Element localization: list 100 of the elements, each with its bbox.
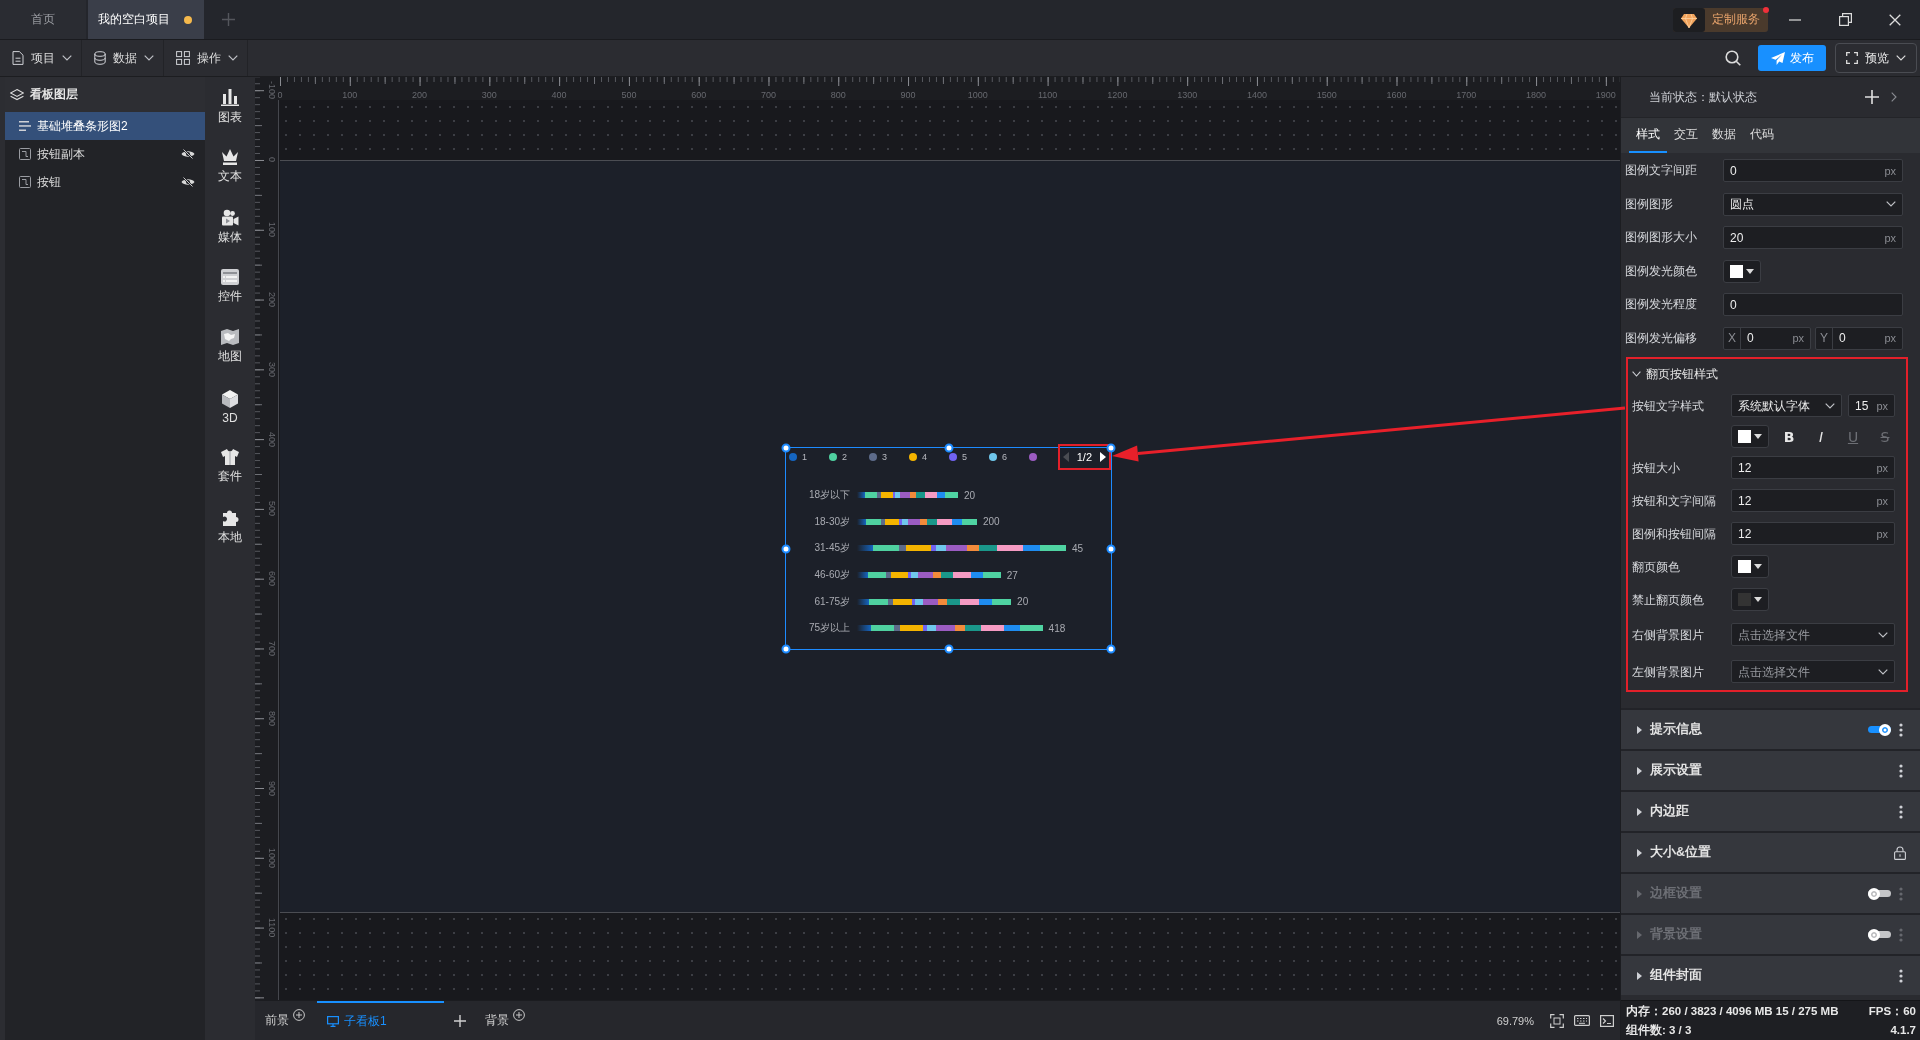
color-picker[interactable]	[1723, 259, 1761, 283]
chevron-down-icon[interactable]	[62, 55, 72, 61]
section-header[interactable]: 大小&位置	[1621, 831, 1920, 872]
offset-input[interactable]: X 0 px	[1723, 326, 1811, 350]
tool-button[interactable]: 文本	[205, 137, 255, 197]
close-icon[interactable]	[1889, 13, 1901, 26]
more-icon[interactable]	[1899, 968, 1903, 983]
select-field[interactable]: 点击选择文件	[1731, 660, 1895, 683]
custom-service-badge[interactable]: 定制服务	[1673, 7, 1768, 32]
panel-tab[interactable]: 代码	[1743, 118, 1781, 153]
eye-slash-icon[interactable]	[181, 149, 195, 159]
menu-button[interactable]: 操作	[164, 40, 248, 76]
resize-handle[interactable]	[1106, 443, 1116, 453]
offset-input[interactable]: Y 0 px	[1815, 326, 1903, 350]
layer-tab[interactable]: 前景	[265, 1012, 289, 1029]
caret-down-icon	[1754, 434, 1762, 439]
menu-button[interactable]: 项目	[0, 40, 82, 76]
chevron-down-icon[interactable]	[144, 55, 154, 61]
tool-button[interactable]: 本地	[205, 497, 255, 557]
more-icon[interactable]	[1899, 763, 1903, 778]
minimize-icon[interactable]	[1789, 18, 1801, 21]
section-header[interactable]: 内边距	[1621, 790, 1920, 831]
legend-dot-icon[interactable]	[1029, 453, 1037, 461]
select-field[interactable]: 圆点	[1723, 192, 1903, 216]
chevron-down-icon[interactable]	[1896, 55, 1906, 61]
number-input[interactable]: 12 px	[1731, 522, 1895, 545]
document-tab[interactable]: 我的空白项目	[88, 0, 204, 39]
chevron-down-icon[interactable]	[1878, 631, 1888, 638]
toggle-switch[interactable]	[1868, 723, 1891, 736]
section-header[interactable]: 组件封面	[1621, 954, 1920, 995]
ruler-label: 1300	[1177, 90, 1198, 100]
resize-handle[interactable]	[944, 644, 953, 654]
restore-icon[interactable]	[1838, 13, 1852, 26]
resize-handle[interactable]	[944, 443, 953, 453]
legend-dot-icon[interactable]	[789, 453, 797, 461]
legend-dot-icon[interactable]	[829, 453, 837, 461]
resize-handle[interactable]	[781, 644, 791, 654]
panel-tab[interactable]: 样式	[1629, 118, 1667, 153]
number-input[interactable]: 0	[1723, 293, 1903, 317]
legend-dot-icon[interactable]	[989, 453, 997, 461]
tool-button[interactable]: 地图	[205, 317, 255, 377]
color-picker[interactable]	[1731, 588, 1769, 611]
add-circle-icon[interactable]	[293, 1008, 305, 1021]
board-tab[interactable]: 子看板1	[317, 1001, 444, 1040]
keyboard-icon[interactable]	[1574, 1015, 1590, 1026]
eye-slash-icon[interactable]	[181, 177, 195, 187]
panel-tab[interactable]: 数据	[1705, 118, 1743, 153]
resize-handle[interactable]	[781, 544, 791, 553]
layer-item[interactable]: 按钮	[5, 168, 205, 196]
legend-label: 4	[922, 452, 927, 462]
next-arrow-icon[interactable]	[1100, 452, 1106, 462]
resize-handle[interactable]	[781, 443, 791, 453]
chevron-down-icon[interactable]	[1825, 402, 1835, 409]
value-label: 200	[982, 516, 1000, 528]
lock-icon[interactable]	[1894, 845, 1906, 860]
more-icon[interactable]	[1899, 722, 1903, 737]
color-picker[interactable]	[1731, 555, 1769, 578]
tool-button[interactable]: 控件	[205, 257, 255, 317]
section-header[interactable]: 提示信息	[1621, 708, 1920, 749]
number-input[interactable]: 12 px	[1731, 456, 1895, 479]
select-field[interactable]: 系统默认字体	[1731, 394, 1842, 417]
document-tab[interactable]: 首页	[0, 0, 86, 39]
section-header[interactable]: 展示设置	[1621, 749, 1920, 790]
ruler-label: 900	[900, 90, 916, 100]
number-input[interactable]: 12 px	[1731, 489, 1895, 512]
layer-item[interactable]: 按钮副本	[5, 140, 205, 168]
resize-handle[interactable]	[1106, 644, 1116, 654]
panel-tab[interactable]: 交互	[1667, 118, 1705, 153]
chevron-down-icon[interactable]	[1886, 201, 1896, 208]
legend-dot-icon[interactable]	[869, 453, 877, 461]
color-picker[interactable]	[1731, 425, 1769, 448]
number-input[interactable]: 15 px	[1848, 394, 1895, 417]
menu-button[interactable]: 数据	[82, 40, 164, 76]
legend-dot-icon[interactable]	[949, 453, 957, 461]
terminal-icon[interactable]	[1600, 1014, 1614, 1027]
section-header[interactable]: 翻页按钮样式	[1628, 359, 1906, 389]
fit-screen-icon[interactable]	[1550, 1013, 1564, 1028]
chevron-down-icon[interactable]	[228, 55, 238, 61]
resize-handle[interactable]	[1106, 544, 1116, 553]
field-label: 图例发光偏移	[1625, 329, 1698, 347]
tool-button[interactable]: 3D	[205, 377, 255, 437]
add-circle-icon[interactable]	[513, 1008, 525, 1021]
more-icon[interactable]	[1899, 804, 1903, 819]
preview-button[interactable]: 预览	[1835, 43, 1917, 73]
tool-button[interactable]: 套件	[205, 437, 255, 497]
field-label: 左侧背景图片	[1632, 665, 1705, 678]
chevron-down-icon[interactable]	[1878, 668, 1888, 675]
legend-dot-icon[interactable]	[909, 453, 917, 461]
chevron-right-icon[interactable]	[1891, 92, 1897, 102]
tool-button[interactable]: 媒体	[205, 197, 255, 257]
layer-tab[interactable]: 背景	[485, 1012, 509, 1029]
number-input[interactable]: 0 px	[1723, 159, 1903, 183]
ruler-label: 1100	[267, 917, 277, 938]
tool-button[interactable]: 图表	[205, 77, 255, 137]
select-field[interactable]: 点击选择文件	[1731, 623, 1895, 646]
search-icon[interactable]	[1725, 50, 1741, 66]
number-input[interactable]: 20 px	[1723, 226, 1903, 250]
layer-item[interactable]: 基础堆叠条形图2	[5, 112, 205, 140]
bold-button[interactable]: B	[1779, 426, 1799, 447]
italic-button[interactable]: I	[1811, 426, 1831, 447]
